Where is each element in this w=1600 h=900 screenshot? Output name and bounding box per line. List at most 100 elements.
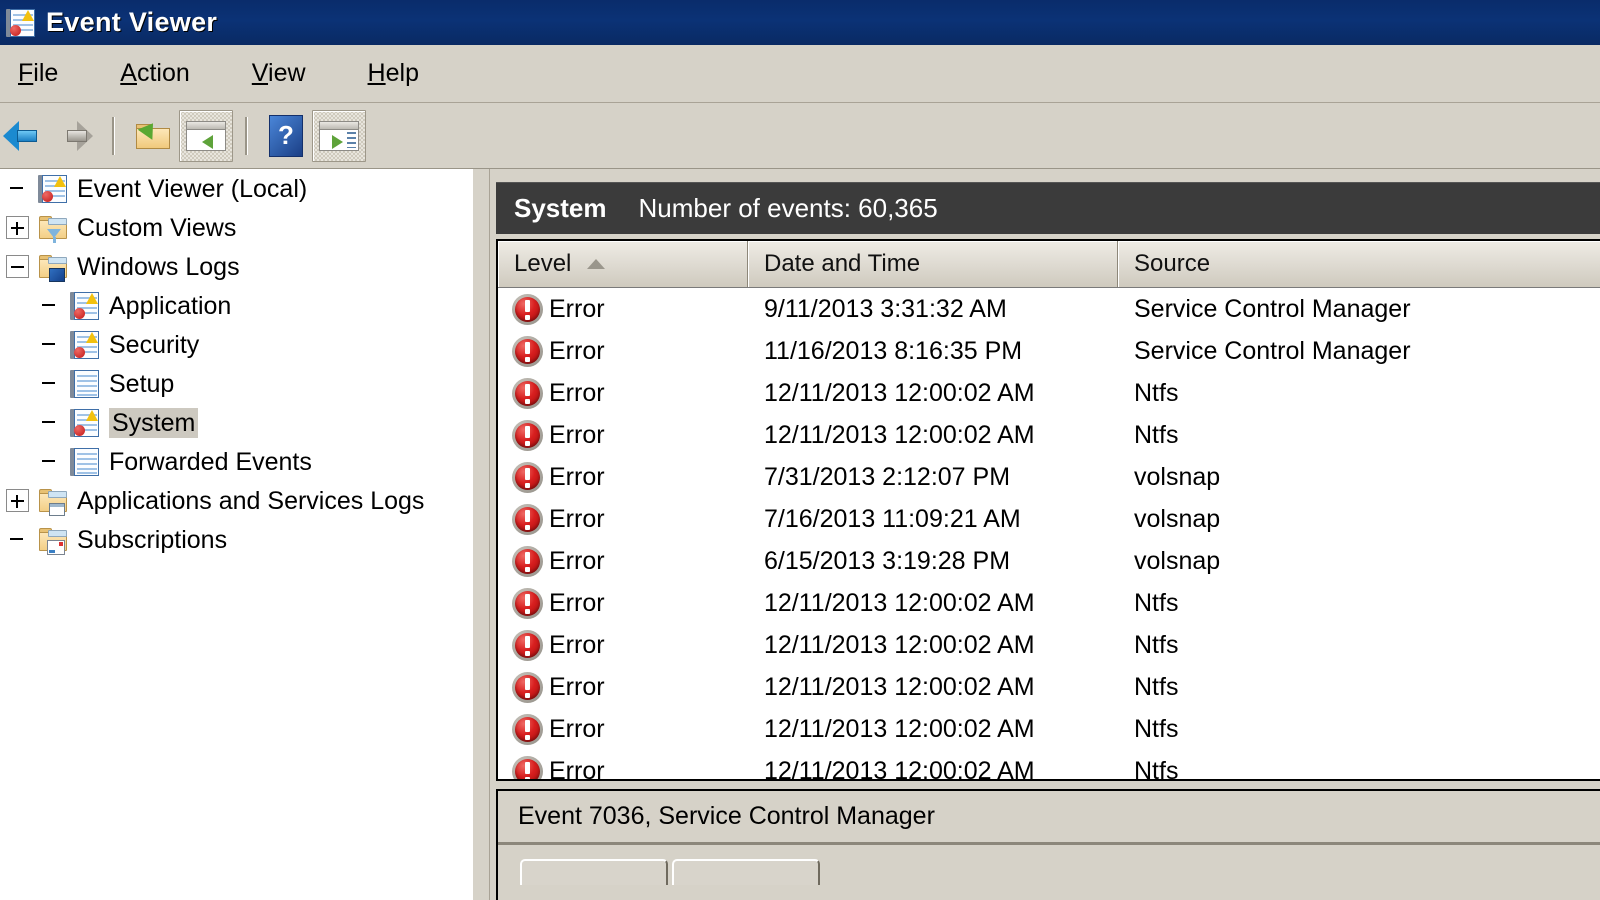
error-icon — [512, 503, 543, 535]
toolbar-separator-2 — [245, 116, 248, 155]
up-one-level-button[interactable] — [127, 111, 179, 161]
console-tree-pane[interactable]: Event Viewer (Local) Custom Views Windows … — [0, 169, 473, 900]
menu-view[interactable]: View — [248, 57, 310, 90]
table-row[interactable]: Error 12/11/2013 12:00:02 AM Ntfs — [498, 372, 1600, 414]
cell-source: Ntfs — [1134, 672, 1179, 701]
log-header-bar: System Number of events: 60,365 — [496, 182, 1600, 234]
tree-expander-none — [38, 294, 61, 317]
table-row[interactable]: Error 12/11/2013 12:00:02 AM Ntfs — [498, 666, 1600, 708]
cell-level: Error — [498, 755, 748, 779]
menu-file[interactable]: File — [14, 57, 62, 90]
tree-item-label: Subscriptions — [77, 525, 228, 554]
log-book-plain-icon — [70, 447, 100, 477]
column-header-row: Level Date and Time Source — [498, 241, 1600, 288]
tree-item-label: Setup — [109, 369, 175, 398]
cell-date: 12/11/2013 12:00:02 AM — [764, 588, 1035, 617]
cell-level: Error — [498, 377, 748, 409]
tree-expander-expand[interactable] — [6, 489, 29, 512]
tree-item-system[interactable]: System — [0, 403, 472, 442]
cell-level: Error — [498, 629, 748, 661]
column-header-source-label: Source — [1134, 250, 1211, 277]
table-row[interactable]: Error 6/15/2013 3:19:28 PM volsnap — [498, 540, 1600, 582]
tree-item-forwarded-events[interactable]: Forwarded Events — [0, 442, 472, 481]
tree-item-windows-logs[interactable]: Windows Logs — [0, 247, 472, 286]
cell-level-text: Error — [549, 672, 605, 701]
show-hide-console-tree-button[interactable] — [179, 109, 233, 162]
tab-details[interactable] — [672, 859, 820, 885]
table-row[interactable]: Error 11/16/2013 8:16:35 PM Service Contro… — [498, 330, 1600, 372]
cell-source: Ntfs — [1134, 756, 1179, 781]
column-header-level[interactable]: Level — [498, 241, 748, 287]
tab-general[interactable] — [520, 859, 668, 885]
tree-item-custom-views[interactable]: Custom Views — [0, 208, 472, 247]
column-header-date[interactable]: Date and Time — [748, 241, 1118, 287]
toolbar-separator-1 — [112, 116, 115, 155]
folder-monitor-icon — [38, 252, 68, 282]
table-row[interactable]: Error 12/11/2013 12:00:02 AM Ntfs — [498, 750, 1600, 781]
cell-level: Error — [498, 461, 748, 493]
tree-expander-none — [38, 450, 61, 473]
table-row[interactable]: Error 7/31/2013 2:12:07 PM volsnap — [498, 456, 1600, 498]
back-button[interactable] — [0, 111, 48, 161]
tree-expander-expand[interactable] — [6, 216, 29, 239]
table-row[interactable]: Error 12/11/2013 12:00:02 AM Ntfs — [498, 708, 1600, 750]
event-list[interactable]: Level Date and Time Source Error 9/11/201… — [496, 239, 1600, 781]
cell-level-text: Error — [549, 420, 605, 449]
folder-subscription-icon — [38, 525, 68, 555]
menu-action[interactable]: Action — [116, 57, 194, 90]
cell-date: 12/11/2013 12:00:02 AM — [764, 630, 1035, 659]
event-count: Number of events: 60,365 — [638, 193, 938, 223]
event-detail-pane: Event 7036, Service Control Manager — [496, 789, 1600, 900]
error-icon — [512, 587, 543, 619]
log-book-plain-icon — [70, 369, 100, 399]
title-bar: Event Viewer — [0, 0, 1600, 45]
tree-item-setup[interactable]: Setup — [0, 364, 472, 403]
error-icon — [512, 755, 543, 779]
cell-level-text: Error — [549, 714, 605, 743]
table-row[interactable]: Error 7/16/2013 11:09:21 AM volsnap — [498, 498, 1600, 540]
cell-level-text: Error — [549, 378, 605, 407]
cell-source: volsnap — [1134, 546, 1221, 575]
show-hide-action-pane-button[interactable] — [312, 109, 366, 162]
pane-splitter[interactable] — [472, 169, 490, 900]
tree-item-event-viewer-local[interactable]: Event Viewer (Local) — [0, 169, 472, 208]
help-button[interactable]: ? — [260, 111, 312, 161]
column-header-level-label: Level — [514, 250, 572, 277]
tree-item-subscriptions[interactable]: Subscriptions — [0, 520, 472, 559]
tree-item-label: Security — [109, 330, 200, 359]
help-question-icon: ? — [269, 114, 303, 157]
tree-item-label: Forwarded Events — [109, 447, 312, 476]
event-log-book-icon — [38, 174, 68, 204]
folder-filter-icon — [38, 213, 68, 243]
folder-up-icon — [135, 117, 171, 151]
forward-button[interactable] — [48, 111, 100, 161]
cell-level-text: Error — [549, 546, 605, 575]
cell-source: Ntfs — [1134, 714, 1179, 743]
error-icon — [512, 545, 543, 577]
cell-level-text: Error — [549, 588, 605, 617]
cell-level: Error — [498, 671, 748, 703]
tree-item-applications-and-services-logs[interactable]: Applications and Services Logs — [0, 481, 472, 520]
event-viewer-icon — [6, 8, 36, 38]
tree-item-label: Custom Views — [77, 213, 237, 242]
cell-date: 12/11/2013 12:00:02 AM — [764, 756, 1035, 781]
event-rows: Error 9/11/2013 3:31:32 AM Service Control… — [498, 288, 1600, 781]
tree-expander-none — [38, 372, 61, 395]
menu-help[interactable]: Help — [364, 57, 423, 90]
folder-window-icon — [38, 486, 68, 516]
tree-item-security[interactable]: Security — [0, 325, 472, 364]
cell-level: Error — [498, 335, 748, 367]
column-header-date-label: Date and Time — [764, 250, 921, 277]
table-row[interactable]: Error 12/11/2013 12:00:02 AM Ntfs — [498, 582, 1600, 624]
toolbar: ? — [0, 103, 1600, 169]
error-icon — [512, 293, 543, 325]
error-icon — [512, 419, 543, 451]
table-row[interactable]: Error 9/11/2013 3:31:32 AM Service Control… — [498, 288, 1600, 330]
tree-expander-collapse[interactable] — [6, 255, 29, 278]
column-header-source[interactable]: Source — [1118, 241, 1600, 287]
tree-item-application[interactable]: Application — [0, 286, 472, 325]
cell-source: Ntfs — [1134, 420, 1179, 449]
table-row[interactable]: Error 12/11/2013 12:00:02 AM Ntfs — [498, 414, 1600, 456]
error-icon — [512, 671, 543, 703]
table-row[interactable]: Error 12/11/2013 12:00:02 AM Ntfs — [498, 624, 1600, 666]
